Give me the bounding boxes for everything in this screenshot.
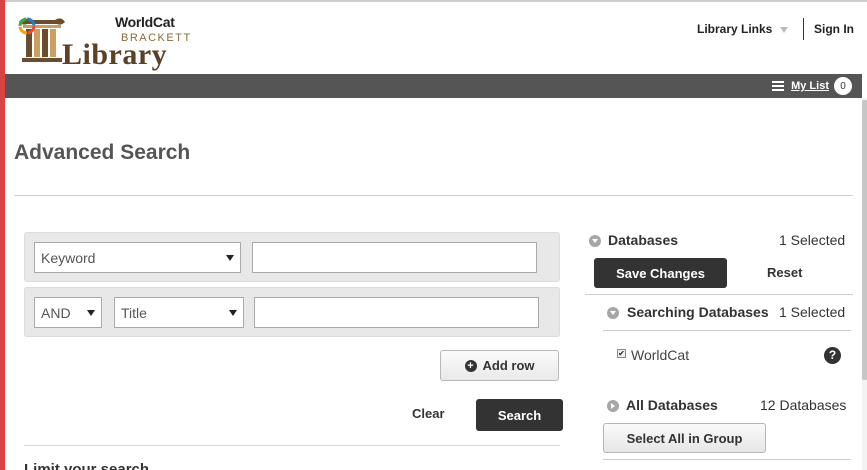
circle-chevron-right-icon[interactable] [607, 400, 619, 412]
databases-selected-count: 1 Selected [779, 232, 846, 248]
worldcat-database-label: WorldCat [631, 347, 690, 363]
search-row-2: AND Title [24, 287, 560, 337]
databases-heading[interactable]: Databases [608, 232, 678, 248]
my-list-link[interactable]: My List 0 [772, 77, 852, 95]
searching-databases-heading[interactable]: Searching Databases [627, 304, 769, 320]
field-select-2[interactable]: Title [114, 297, 244, 328]
search-button[interactable]: Search [476, 399, 563, 431]
library-links-menu[interactable]: Library Links [697, 22, 789, 36]
page-title: Advanced Search [14, 141, 191, 164]
header-divider [803, 18, 804, 40]
top-nav-bar: My List 0 [5, 74, 862, 98]
reset-button[interactable]: Reset [767, 265, 802, 280]
search-term-input-2[interactable] [254, 297, 539, 328]
my-list-label: My List [791, 80, 829, 92]
searching-divider [603, 330, 851, 331]
field-select-1-value: Keyword [41, 249, 96, 266]
chevron-down-icon [780, 26, 789, 33]
page-scrollbar[interactable] [862, 98, 867, 470]
search-row-1: Keyword [24, 232, 560, 282]
all-databases-heading[interactable]: All Databases [626, 397, 718, 413]
circle-chevron-down-icon[interactable] [607, 307, 619, 319]
limit-search-heading: Limit your search [24, 461, 150, 470]
all-databases-count: 12 Databases [760, 397, 847, 413]
help-icon[interactable]: ? [824, 347, 841, 364]
my-list-count-badge: 0 [834, 77, 852, 95]
worldcat-logo-icon [18, 17, 36, 35]
select-all-in-group-button[interactable]: Select All in Group [603, 423, 766, 453]
worldcat-wordmark: WorldCat [115, 14, 175, 30]
list-icon [772, 81, 785, 91]
form-divider [24, 445, 560, 446]
field-select-2-value: Title [121, 304, 147, 321]
add-row-button[interactable]: + Add row [440, 350, 559, 381]
site-header: WorldCat BRACKETT Library Library Links … [5, 2, 867, 74]
plus-circle-icon: + [464, 359, 477, 372]
chevron-down-icon [87, 310, 95, 316]
search-term-input-1[interactable] [252, 242, 537, 273]
chevron-down-icon [226, 255, 234, 261]
add-row-label: Add row [482, 358, 535, 373]
title-divider [14, 195, 853, 196]
library-links-label: Library Links [697, 22, 773, 36]
sign-in-link[interactable]: Sign In [814, 22, 854, 36]
operator-select-2-value: AND [41, 304, 71, 321]
circle-chevron-down-icon[interactable] [589, 235, 601, 247]
worldcat-checkbox[interactable]: ✔ [617, 349, 626, 358]
brackett-library-logo[interactable]: WorldCat BRACKETT Library [17, 12, 190, 71]
databases-divider [585, 294, 853, 295]
field-select-1[interactable]: Keyword [34, 242, 241, 273]
library-wordmark: Library [62, 38, 168, 71]
searching-databases-count: 1 Selected [779, 304, 846, 320]
save-changes-button[interactable]: Save Changes [594, 258, 727, 288]
chevron-down-icon [229, 310, 237, 316]
clear-button[interactable]: Clear [412, 406, 445, 421]
all-databases-divider [603, 459, 851, 460]
scrollbar-thumb[interactable] [862, 100, 867, 380]
operator-select-2[interactable]: AND [34, 297, 102, 328]
